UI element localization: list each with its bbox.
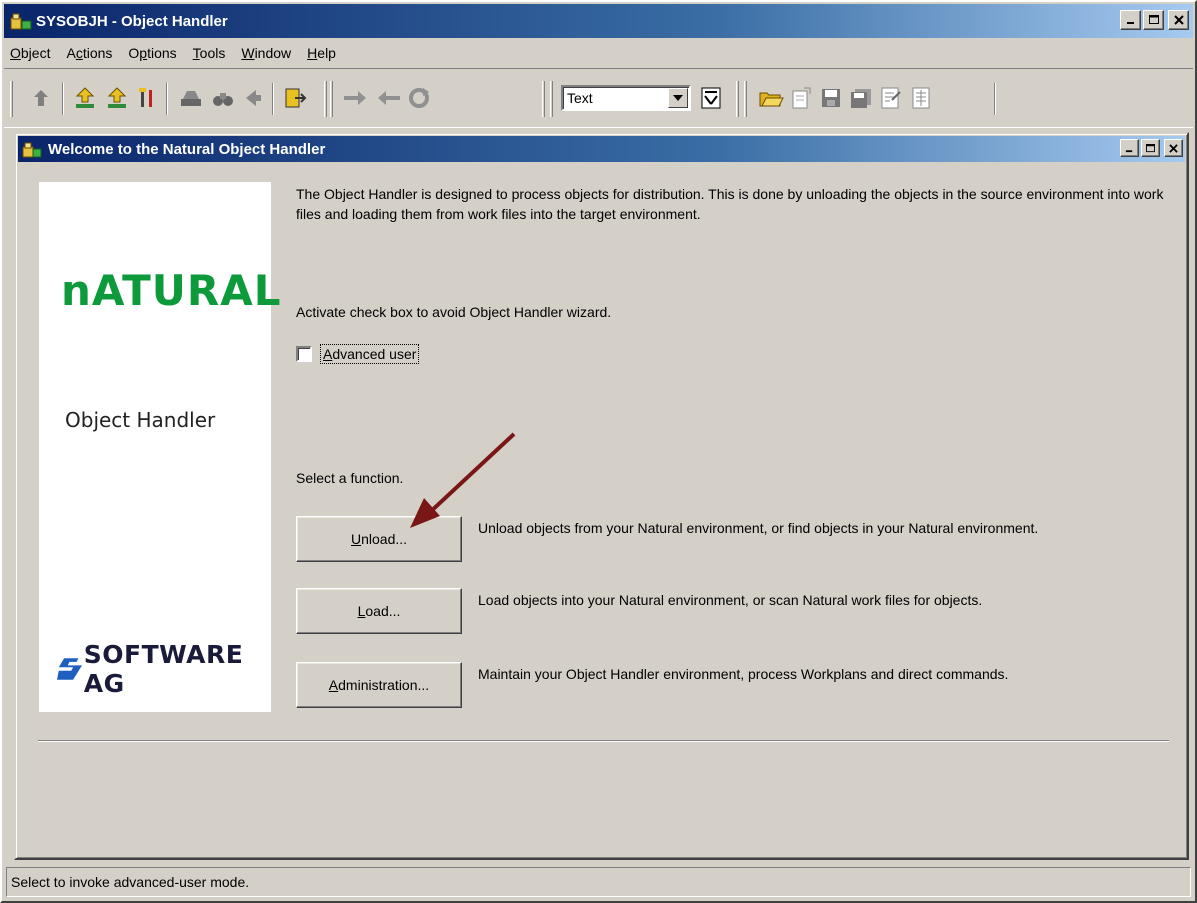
up-arrow-icon[interactable]: [26, 83, 56, 113]
child-titlebar[interactable]: Welcome to the Natural Object Handler: [18, 136, 1185, 162]
logo-panel: nATURAL Object Handler SOFTWARE AG: [39, 182, 281, 712]
exit-icon[interactable]: [280, 83, 310, 113]
close-button[interactable]: [1168, 10, 1189, 30]
intro-text: The Object Handler is designed to proces…: [296, 186, 1164, 222]
load-description: Load objects into your Natural environme…: [478, 592, 983, 608]
natural-logo: nATURAL: [61, 266, 282, 315]
minimize-icon: [1125, 149, 1133, 152]
chevron-down-icon: [673, 95, 683, 101]
view-icon[interactable]: [696, 83, 726, 113]
divider: [38, 740, 1169, 742]
list-icon[interactable]: [906, 83, 936, 113]
maximize-icon: [1148, 15, 1159, 24]
menu-options[interactable]: Options: [128, 45, 176, 61]
upload-icon[interactable]: [70, 83, 100, 113]
product-name: Object Handler: [65, 408, 216, 432]
load-button[interactable]: Load...: [296, 588, 462, 634]
advanced-user-checkbox[interactable]: [296, 346, 312, 362]
child-maximize-button[interactable]: [1141, 139, 1160, 157]
advanced-user-label[interactable]: Advanced user: [320, 344, 420, 364]
menu-actions[interactable]: Actions: [66, 45, 112, 61]
app-titlebar[interactable]: SYSOBJH - Object Handler: [4, 4, 1193, 38]
software-ag-text: SOFTWARE AG: [83, 640, 244, 698]
child-minimize-button[interactable]: [1120, 139, 1139, 157]
maximize-icon: [1146, 143, 1155, 152]
child-app-icon: [22, 142, 42, 158]
new-document-icon[interactable]: [786, 83, 816, 113]
print-icon[interactable]: [176, 83, 206, 113]
app-title: SYSOBJH - Object Handler: [36, 12, 228, 30]
menu-object[interactable]: Object: [10, 45, 50, 61]
save-all-icon[interactable]: [846, 83, 876, 113]
binoculars-icon[interactable]: [208, 83, 238, 113]
close-icon: [1169, 143, 1178, 153]
minimize-button[interactable]: [1120, 10, 1141, 30]
minimize-icon: [1126, 22, 1134, 24]
status-bar: Select to invoke advanced-user mode.: [6, 867, 1191, 897]
child-title: Welcome to the Natural Object Handler: [48, 140, 326, 158]
software-ag-icon: [57, 658, 83, 680]
view-select[interactable]: Text: [561, 85, 691, 111]
software-ag-logo: SOFTWARE AG: [57, 640, 271, 698]
save-icon[interactable]: [816, 83, 846, 113]
properties-icon[interactable]: [876, 83, 906, 113]
back-arrow-icon[interactable]: [374, 83, 404, 113]
administration-description: Maintain your Object Handler environment…: [478, 666, 1009, 682]
upload-alt-icon[interactable]: [102, 83, 132, 113]
menu-help[interactable]: Help: [307, 45, 336, 61]
checkbox-hint: Activate check box to avoid Object Handl…: [296, 304, 612, 320]
unload-description: Unload objects from your Natural environ…: [478, 520, 1039, 536]
menu-tools[interactable]: Tools: [193, 45, 226, 61]
child-close-button[interactable]: [1164, 139, 1183, 157]
menu-window[interactable]: Window: [241, 45, 291, 61]
app-icon: [10, 11, 32, 31]
forward-arrow-icon[interactable]: [340, 83, 370, 113]
menu-bar: Object Actions Options Tools Window Help: [4, 40, 1193, 66]
welcome-window: Welcome to the Natural Object Handler nA…: [14, 132, 1189, 860]
tools-icon[interactable]: [132, 83, 162, 113]
maximize-button[interactable]: [1143, 10, 1164, 30]
app-window: SYSOBJH - Object Handler Object Actions …: [0, 0, 1197, 903]
refresh-icon[interactable]: [404, 83, 434, 113]
back-icon[interactable]: [238, 83, 268, 113]
open-folder-icon[interactable]: [756, 83, 786, 113]
annotation-arrow-icon: [410, 432, 516, 528]
dropdown-button[interactable]: [668, 88, 688, 108]
select-function-label: Select a function.: [296, 470, 404, 486]
view-select-value: Text: [567, 90, 593, 106]
administration-button[interactable]: Administration...: [296, 662, 462, 708]
toolbar: Text: [4, 68, 1193, 128]
close-icon: [1173, 15, 1184, 25]
toolbar-grip[interactable]: [10, 81, 13, 117]
advanced-user-row[interactable]: Advanced user: [296, 344, 420, 364]
